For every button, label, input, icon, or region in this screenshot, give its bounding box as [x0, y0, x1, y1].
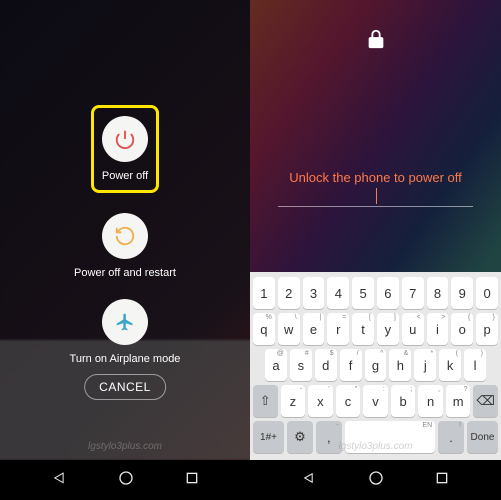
key-z[interactable]: z- — [281, 385, 306, 417]
key-0[interactable]: 0 — [476, 277, 498, 309]
power-off-label: Power off — [102, 170, 148, 182]
key-1[interactable]: 1 — [253, 277, 275, 309]
comma-key[interactable]: ,- — [316, 421, 342, 453]
key-m[interactable]: m? — [446, 385, 471, 417]
key-4[interactable]: 4 — [327, 277, 349, 309]
key-d[interactable]: d$ — [315, 349, 337, 381]
key-v[interactable]: v: — [363, 385, 388, 417]
key-8[interactable]: 8 — [427, 277, 449, 309]
key-k[interactable]: k( — [439, 349, 461, 381]
password-input[interactable] — [278, 206, 473, 207]
home-button[interactable] — [368, 470, 384, 491]
cancel-button[interactable]: CANCEL — [84, 374, 166, 400]
power-options: Power off Power off and restart Turn on … — [0, 105, 250, 365]
key-7[interactable]: 7 — [402, 277, 424, 309]
key-6[interactable]: 6 — [377, 277, 399, 309]
restart-label: Power off and restart — [74, 267, 176, 279]
airplane-option[interactable]: Turn on Airplane mode — [70, 299, 181, 365]
key-s[interactable]: s# — [290, 349, 312, 381]
key-c[interactable]: c" — [336, 385, 361, 417]
recent-button[interactable] — [184, 470, 200, 491]
key-r[interactable]: r= — [327, 313, 349, 345]
key-l[interactable]: l) — [464, 349, 486, 381]
settings-key[interactable]: ⚙ — [287, 421, 313, 453]
key-u[interactable]: u< — [402, 313, 424, 345]
key-5[interactable]: 5 — [352, 277, 374, 309]
key-q[interactable]: q% — [253, 313, 275, 345]
lock-icon — [365, 28, 387, 55]
key-t[interactable]: t[ — [352, 313, 374, 345]
key-a[interactable]: a@ — [265, 349, 287, 381]
symbols-key[interactable]: 1#+ — [253, 421, 284, 453]
key-2[interactable]: 2 — [278, 277, 300, 309]
back-button[interactable] — [301, 470, 317, 491]
done-key[interactable]: Done — [467, 421, 498, 453]
key-p[interactable]: p} — [476, 313, 498, 345]
nav-bar — [250, 460, 501, 500]
key-f[interactable]: f/ — [340, 349, 362, 381]
key-i[interactable]: i> — [427, 313, 449, 345]
keyboard: 1234567890 q%w\e|r=t[y]u<i>o{p} a@s#d$f/… — [250, 272, 501, 460]
lock-screen: Unlock the phone to power off Emergency … — [250, 0, 501, 500]
key-g[interactable]: g^ — [365, 349, 387, 381]
key-n[interactable]: n, — [418, 385, 443, 417]
nav-bar — [0, 460, 250, 500]
space-key[interactable]: EN — [345, 421, 435, 453]
key-j[interactable]: j* — [414, 349, 436, 381]
key-x[interactable]: x' — [308, 385, 333, 417]
key-e[interactable]: e| — [303, 313, 325, 345]
unlock-message: Unlock the phone to power off — [250, 170, 501, 185]
key-y[interactable]: y] — [377, 313, 399, 345]
restart-option[interactable]: Power off and restart — [74, 213, 176, 279]
key-3[interactable]: 3 — [303, 277, 325, 309]
home-button[interactable] — [118, 470, 134, 491]
key-o[interactable]: o{ — [451, 313, 473, 345]
backspace-key[interactable]: ⌫ — [473, 385, 498, 417]
power-off-highlight: Power off — [91, 105, 159, 193]
key-h[interactable]: h& — [389, 349, 411, 381]
back-button[interactable] — [50, 469, 68, 492]
key-b[interactable]: b; — [391, 385, 416, 417]
power-menu-screen: Power off Power off and restart Turn on … — [0, 0, 250, 500]
airplane-icon — [102, 299, 148, 345]
recent-button[interactable] — [434, 470, 450, 491]
key-9[interactable]: 9 — [451, 277, 473, 309]
power-off-option[interactable]: Power off — [102, 116, 148, 182]
power-icon — [102, 116, 148, 162]
password-cursor — [376, 188, 377, 204]
period-key[interactable]: .! — [438, 421, 464, 453]
key-w[interactable]: w\ — [278, 313, 300, 345]
airplane-label: Turn on Airplane mode — [70, 353, 181, 365]
restart-icon — [102, 213, 148, 259]
shift-key[interactable]: ⇧ — [253, 385, 278, 417]
